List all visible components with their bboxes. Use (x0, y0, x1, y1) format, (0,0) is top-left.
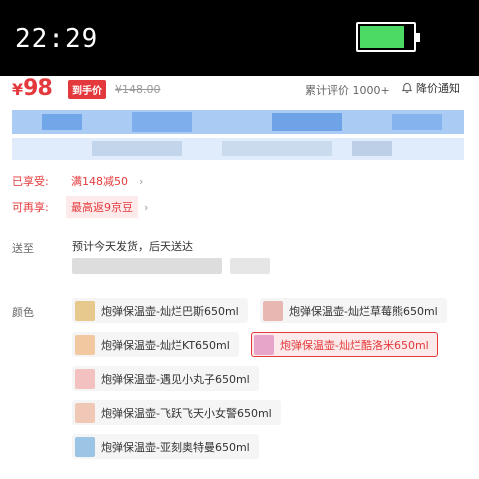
product-title-blurred (12, 108, 464, 162)
original-price: ¥148.00 (115, 83, 161, 96)
color-option-ultraman[interactable]: 炮弹保温壶-亚刻奥特曼650ml (72, 434, 259, 459)
color-option-kuromi[interactable]: 炮弹保温壶-灿烂酷洛米650ml (251, 332, 438, 357)
current-price: ¥98 (12, 76, 53, 101)
chevron-right-icon: › (144, 200, 149, 214)
extra-promo-row[interactable]: 可再享: 最高返9京豆 › (12, 196, 148, 218)
review-count-link[interactable]: 累计评价 1000+ (305, 82, 390, 98)
status-bar: 22:29 (0, 0, 479, 76)
extra-label: 可再享: (12, 201, 49, 214)
extra-promo-value: 最高返9京豆 (66, 196, 138, 218)
delivery-label: 送至 (12, 242, 34, 255)
product-thumbnail (75, 368, 95, 389)
product-thumbnail (254, 334, 274, 355)
product-thumbnail (263, 300, 283, 321)
price-drop-notify-button[interactable]: 降价通知 (401, 80, 460, 96)
color-option-maruko[interactable]: 炮弹保温壶-遇见小丸子650ml (72, 366, 259, 391)
clock-time: 22:29 (15, 24, 99, 54)
price-row: ¥98 到手价 ¥148.00 累计评价 1000+ 降价通知 (0, 76, 479, 102)
chevron-right-icon: › (139, 174, 144, 188)
bell-icon (401, 82, 413, 94)
enjoyed-label: 已享受: (12, 175, 49, 188)
enjoyed-promo-value: 满148减50 (71, 175, 128, 188)
enjoyed-promo-row[interactable]: 已享受: 满148减50 › (12, 170, 143, 192)
product-thumbnail (75, 300, 95, 321)
product-thumbnail (75, 402, 95, 423)
battery-icon (356, 22, 420, 52)
product-thumbnail (75, 436, 95, 457)
color-label: 颜色 (12, 306, 34, 319)
product-thumbnail (75, 334, 95, 355)
color-option-powerpuff[interactable]: 炮弹保温壶-飞跃飞天小女警650ml (72, 400, 281, 425)
delivery-estimate: 预计今天发货，后天送达 (72, 240, 193, 253)
color-option-lotso[interactable]: 炮弹保温壶-灿烂草莓熊650ml (260, 298, 447, 323)
color-option-bass[interactable]: 炮弹保温壶-灿烂巴斯650ml (72, 298, 248, 323)
final-price-badge: 到手价 (68, 80, 106, 99)
color-option-kt[interactable]: 炮弹保温壶-灿烂KT650ml (72, 332, 239, 357)
